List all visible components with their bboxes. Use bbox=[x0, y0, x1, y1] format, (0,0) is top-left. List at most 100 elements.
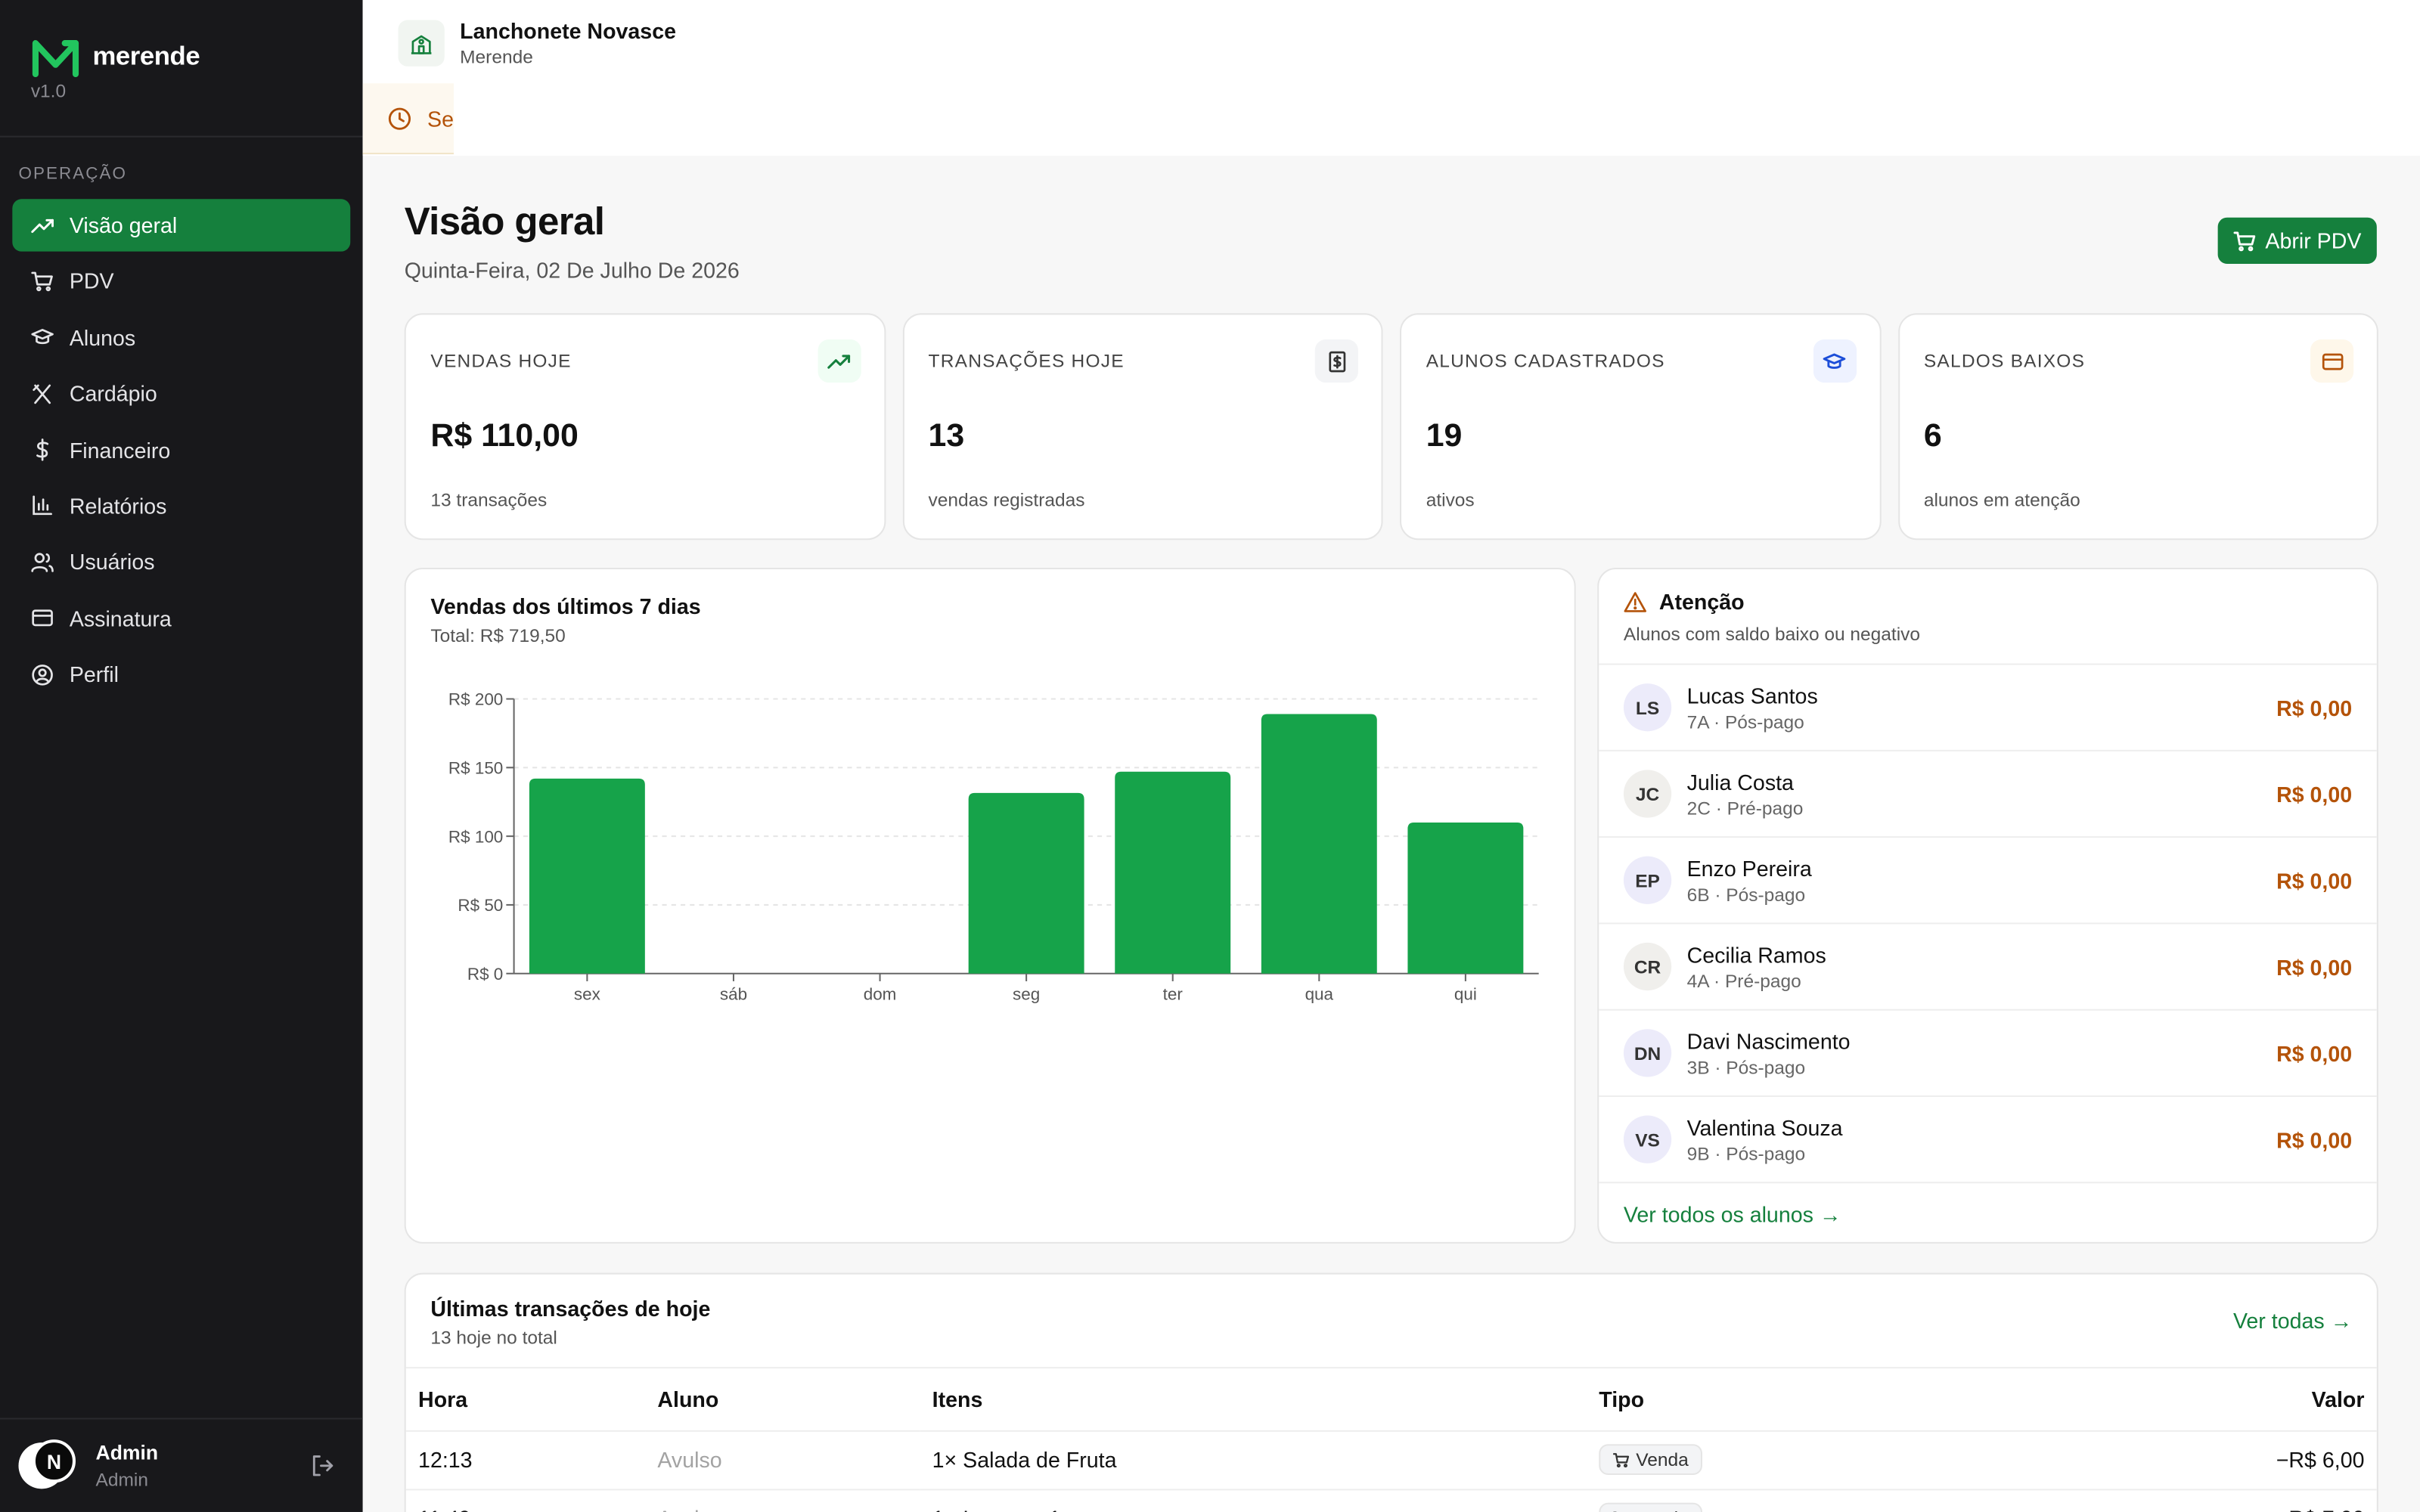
view-all-transactions-link[interactable]: Ver todas → bbox=[2233, 1309, 2352, 1334]
bar bbox=[529, 778, 645, 974]
x-tick-label: sáb bbox=[720, 984, 747, 1003]
chart-title: Vendas dos últimos 7 dias bbox=[430, 593, 701, 619]
sidebar-item-financeiro[interactable]: Financeiro bbox=[12, 423, 350, 476]
transactions-card: Últimas transações de hoje 13 hoje no to… bbox=[404, 1272, 2378, 1512]
student-balance: R$ 0,00 bbox=[2276, 695, 2353, 720]
status-badge: Venda bbox=[1599, 1444, 1703, 1476]
kpi-value: 13 bbox=[928, 418, 965, 454]
x-tick-label: sex bbox=[574, 984, 600, 1003]
student-meta: 9B · Pós-pago bbox=[1686, 1142, 1806, 1164]
list-item[interactable]: DN Davi Nascimento 3B · Pós-pago R$ 0,00 bbox=[1599, 1011, 2377, 1098]
tx-value: −R$ 6,00 bbox=[2006, 1430, 2377, 1490]
student-meta: 3B · Pós-pago bbox=[1686, 1055, 1806, 1078]
dollar-icon bbox=[36, 438, 49, 461]
sidebar-item-visao-geral[interactable]: Visão geral bbox=[12, 199, 351, 252]
student-balance: R$ 0,00 bbox=[2276, 781, 2353, 807]
sidebar-item-relatorios[interactable]: Relatórios bbox=[12, 480, 350, 532]
sidebar-item-label: Usuários bbox=[69, 550, 155, 575]
list-item[interactable]: LS Lucas Santos 7A · Pós-pago R$ 0,00 bbox=[1599, 665, 2377, 751]
topbar: Lanchonete Novasce Merende Se bbox=[362, 0, 2420, 156]
page-title: Visão geral bbox=[404, 200, 605, 244]
table-row[interactable]: 12:13 Avulso 1× Salada de Fruta Venda −R… bbox=[405, 1430, 2377, 1490]
avatar: CR bbox=[1623, 942, 1672, 991]
credit-card-icon bbox=[32, 609, 53, 627]
kpi-label: VENDAS HOJE bbox=[430, 350, 572, 372]
tx-type-cell: Venda bbox=[1586, 1430, 2007, 1490]
user-circle-icon bbox=[32, 664, 53, 685]
sales-chart-card: Vendas dos últimos 7 dias Total: R$ 719,… bbox=[404, 568, 1576, 1244]
list-item[interactable]: JC Julia Costa 2C · Pré-pago R$ 0,00 bbox=[1599, 751, 2377, 838]
sidebar-item-pdv[interactable]: PDV bbox=[12, 256, 350, 308]
transactions-header: Últimas transações de hoje 13 hoje no to… bbox=[405, 1275, 2377, 1369]
student-name: Enzo Pereira bbox=[1686, 855, 1812, 881]
row-chart-attention: Vendas dos últimos 7 dias Total: R$ 719,… bbox=[404, 568, 2378, 1245]
sidebar-item-assinatura[interactable]: Assinatura bbox=[12, 592, 350, 644]
kpi-sub: 13 transações bbox=[430, 488, 548, 511]
kpi-sub: ativos bbox=[1426, 488, 1475, 511]
kpi-value: 19 bbox=[1426, 418, 1463, 454]
graduation-cap-icon bbox=[31, 329, 54, 345]
x-tick-label: qua bbox=[1305, 984, 1334, 1003]
avatar[interactable]: N bbox=[18, 1439, 76, 1489]
student-name: Valentina Souza bbox=[1686, 1114, 1843, 1140]
store-icon-wrap bbox=[398, 20, 445, 67]
list-item[interactable]: VS Valentina Souza 9B · Pós-pago R$ 0,00 bbox=[1599, 1097, 2377, 1184]
open-pdv-button[interactable]: Abrir PDV bbox=[2217, 217, 2377, 264]
sidebar-item-label: Visão geral bbox=[69, 212, 178, 238]
sidebar-item-alunos[interactable]: Alunos bbox=[12, 311, 350, 364]
column-header: Valor bbox=[2006, 1368, 2377, 1431]
avatar: VS bbox=[1623, 1115, 1672, 1163]
session-tab-label: Se bbox=[427, 105, 454, 131]
transactions-subtitle: 13 hoje no total bbox=[430, 1327, 557, 1349]
tx-items: 1× Salada de Fruta bbox=[920, 1430, 1587, 1490]
table-row[interactable]: 11:49 Avulso 1× Iogurte +1 Venda −R$ 7,0… bbox=[405, 1489, 2377, 1512]
sidebar-item-cardapio[interactable]: Cardápio bbox=[12, 367, 350, 420]
list-item[interactable]: EP Enzo Pereira 6B · Pós-pago R$ 0,00 bbox=[1599, 838, 2377, 925]
merende-logo-icon bbox=[32, 40, 79, 78]
sidebar-item-label: Perfil bbox=[69, 662, 119, 687]
sidebar-item-perfil[interactable]: Perfil bbox=[12, 648, 350, 700]
column-header: Tipo bbox=[1586, 1368, 2007, 1431]
list-item[interactable]: CR Cecilia Ramos 4A · Pré-pago R$ 0,00 bbox=[1599, 924, 2377, 1011]
sidebar-item-label: Assinatura bbox=[69, 606, 172, 631]
credit-card-icon bbox=[2310, 339, 2354, 383]
student-name: Julia Costa bbox=[1686, 769, 1794, 794]
y-tick-label: R$ 0 bbox=[467, 965, 503, 984]
column-header: Itens bbox=[920, 1368, 1587, 1431]
kpi-label: ALUNOS CADASTRADOS bbox=[1426, 350, 1665, 372]
x-tick-label: ter bbox=[1163, 984, 1184, 1003]
open-pdv-label: Abrir PDV bbox=[2265, 228, 2362, 253]
bar bbox=[1115, 771, 1231, 974]
brand: merende v1.0 bbox=[0, 0, 363, 138]
section-label: OPERAÇÃO bbox=[18, 165, 128, 184]
view-all-students-link[interactable]: Ver todos os alunos → bbox=[1599, 1183, 2377, 1245]
student-meta: 7A · Pós-pago bbox=[1686, 710, 1804, 733]
user-name: Admin bbox=[95, 1441, 159, 1464]
student-name: Cecilia Ramos bbox=[1686, 941, 1826, 967]
sidebar-item-label: PDV bbox=[69, 268, 114, 294]
logout-icon[interactable] bbox=[310, 1453, 335, 1478]
kpi-value: 6 bbox=[1923, 418, 1942, 454]
school-building-icon bbox=[411, 35, 432, 54]
student-name: Davi Nascimento bbox=[1686, 1028, 1851, 1053]
y-tick-label: R$ 150 bbox=[448, 758, 503, 777]
sidebar: merende v1.0 OPERAÇÃO Visão geral PDV Al… bbox=[0, 0, 363, 1512]
student-balance: R$ 0,00 bbox=[2276, 1126, 2353, 1152]
column-header: Aluno bbox=[645, 1368, 920, 1431]
student-meta: 4A · Pré-pago bbox=[1686, 969, 1801, 992]
store-selector[interactable]: Lanchonete Novasce Merende bbox=[398, 18, 676, 68]
kpi-sub: vendas registradas bbox=[928, 488, 1085, 511]
attention-title: Atenção bbox=[1658, 589, 1745, 615]
trending-up-icon bbox=[817, 339, 861, 383]
sidebar-item-usuarios[interactable]: Usuários bbox=[12, 536, 350, 588]
bar bbox=[1407, 822, 1524, 974]
tx-student: Avulso bbox=[645, 1489, 920, 1512]
status-badge: Venda bbox=[1599, 1502, 1703, 1512]
y-tick-label: R$ 100 bbox=[448, 827, 503, 846]
tx-items: 1× Iogurte +1 bbox=[920, 1489, 1587, 1512]
student-name: Lucas Santos bbox=[1686, 683, 1818, 708]
session-tab[interactable]: Se bbox=[362, 83, 454, 155]
x-tick-label: dom bbox=[864, 984, 897, 1003]
receipt-icon bbox=[1314, 339, 1358, 383]
users-icon bbox=[31, 553, 54, 572]
